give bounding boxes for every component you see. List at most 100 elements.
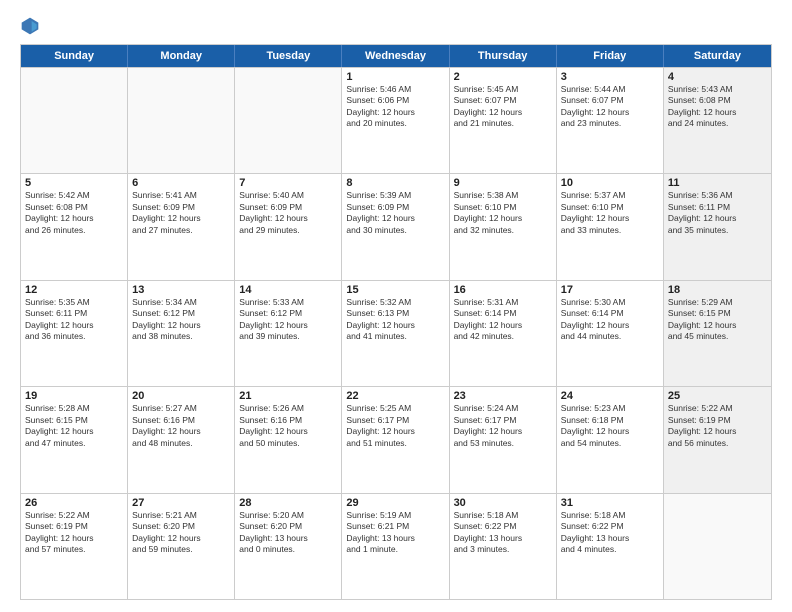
cell-info: Sunrise: 5:27 AM Sunset: 6:16 PM Dayligh… [132, 403, 230, 449]
day-header-monday: Monday [128, 45, 235, 67]
calendar-week-1: 1Sunrise: 5:46 AM Sunset: 6:06 PM Daylig… [21, 67, 771, 173]
calendar-cell: 19Sunrise: 5:28 AM Sunset: 6:15 PM Dayli… [21, 387, 128, 492]
day-number: 27 [132, 497, 230, 509]
day-number: 13 [132, 284, 230, 296]
calendar-cell: 10Sunrise: 5:37 AM Sunset: 6:10 PM Dayli… [557, 174, 664, 279]
page: SundayMondayTuesdayWednesdayThursdayFrid… [0, 0, 792, 612]
calendar-cell: 13Sunrise: 5:34 AM Sunset: 6:12 PM Dayli… [128, 281, 235, 386]
day-header-wednesday: Wednesday [342, 45, 449, 67]
cell-info: Sunrise: 5:18 AM Sunset: 6:22 PM Dayligh… [454, 510, 552, 556]
day-number: 8 [346, 177, 444, 189]
day-number: 9 [454, 177, 552, 189]
header [20, 16, 772, 36]
calendar-week-5: 26Sunrise: 5:22 AM Sunset: 6:19 PM Dayli… [21, 493, 771, 599]
day-header-saturday: Saturday [664, 45, 771, 67]
calendar-cell: 30Sunrise: 5:18 AM Sunset: 6:22 PM Dayli… [450, 494, 557, 599]
logo-icon [20, 16, 40, 36]
calendar-cell: 31Sunrise: 5:18 AM Sunset: 6:22 PM Dayli… [557, 494, 664, 599]
cell-info: Sunrise: 5:23 AM Sunset: 6:18 PM Dayligh… [561, 403, 659, 449]
calendar-cell: 27Sunrise: 5:21 AM Sunset: 6:20 PM Dayli… [128, 494, 235, 599]
day-number: 19 [25, 390, 123, 402]
calendar-cell: 9Sunrise: 5:38 AM Sunset: 6:10 PM Daylig… [450, 174, 557, 279]
cell-info: Sunrise: 5:46 AM Sunset: 6:06 PM Dayligh… [346, 84, 444, 130]
calendar-cell: 26Sunrise: 5:22 AM Sunset: 6:19 PM Dayli… [21, 494, 128, 599]
calendar-week-3: 12Sunrise: 5:35 AM Sunset: 6:11 PM Dayli… [21, 280, 771, 386]
calendar-cell [128, 68, 235, 173]
cell-info: Sunrise: 5:39 AM Sunset: 6:09 PM Dayligh… [346, 190, 444, 236]
day-number: 17 [561, 284, 659, 296]
cell-info: Sunrise: 5:24 AM Sunset: 6:17 PM Dayligh… [454, 403, 552, 449]
calendar-week-2: 5Sunrise: 5:42 AM Sunset: 6:08 PM Daylig… [21, 173, 771, 279]
day-number: 21 [239, 390, 337, 402]
calendar-cell: 6Sunrise: 5:41 AM Sunset: 6:09 PM Daylig… [128, 174, 235, 279]
calendar-cell: 7Sunrise: 5:40 AM Sunset: 6:09 PM Daylig… [235, 174, 342, 279]
calendar-cell: 11Sunrise: 5:36 AM Sunset: 6:11 PM Dayli… [664, 174, 771, 279]
cell-info: Sunrise: 5:26 AM Sunset: 6:16 PM Dayligh… [239, 403, 337, 449]
day-number: 5 [25, 177, 123, 189]
cell-info: Sunrise: 5:32 AM Sunset: 6:13 PM Dayligh… [346, 297, 444, 343]
day-number: 7 [239, 177, 337, 189]
cell-info: Sunrise: 5:38 AM Sunset: 6:10 PM Dayligh… [454, 190, 552, 236]
day-number: 11 [668, 177, 767, 189]
calendar-body: 1Sunrise: 5:46 AM Sunset: 6:06 PM Daylig… [21, 67, 771, 599]
calendar-cell: 4Sunrise: 5:43 AM Sunset: 6:08 PM Daylig… [664, 68, 771, 173]
day-number: 26 [25, 497, 123, 509]
day-number: 29 [346, 497, 444, 509]
day-number: 30 [454, 497, 552, 509]
cell-info: Sunrise: 5:36 AM Sunset: 6:11 PM Dayligh… [668, 190, 767, 236]
calendar-cell: 14Sunrise: 5:33 AM Sunset: 6:12 PM Dayli… [235, 281, 342, 386]
day-number: 6 [132, 177, 230, 189]
cell-info: Sunrise: 5:43 AM Sunset: 6:08 PM Dayligh… [668, 84, 767, 130]
cell-info: Sunrise: 5:40 AM Sunset: 6:09 PM Dayligh… [239, 190, 337, 236]
calendar: SundayMondayTuesdayWednesdayThursdayFrid… [20, 44, 772, 600]
calendar-cell: 17Sunrise: 5:30 AM Sunset: 6:14 PM Dayli… [557, 281, 664, 386]
day-header-thursday: Thursday [450, 45, 557, 67]
calendar-cell: 24Sunrise: 5:23 AM Sunset: 6:18 PM Dayli… [557, 387, 664, 492]
day-header-tuesday: Tuesday [235, 45, 342, 67]
day-number: 14 [239, 284, 337, 296]
cell-info: Sunrise: 5:34 AM Sunset: 6:12 PM Dayligh… [132, 297, 230, 343]
cell-info: Sunrise: 5:19 AM Sunset: 6:21 PM Dayligh… [346, 510, 444, 556]
day-header-friday: Friday [557, 45, 664, 67]
cell-info: Sunrise: 5:21 AM Sunset: 6:20 PM Dayligh… [132, 510, 230, 556]
cell-info: Sunrise: 5:42 AM Sunset: 6:08 PM Dayligh… [25, 190, 123, 236]
cell-info: Sunrise: 5:41 AM Sunset: 6:09 PM Dayligh… [132, 190, 230, 236]
day-number: 3 [561, 71, 659, 83]
cell-info: Sunrise: 5:31 AM Sunset: 6:14 PM Dayligh… [454, 297, 552, 343]
calendar-cell: 21Sunrise: 5:26 AM Sunset: 6:16 PM Dayli… [235, 387, 342, 492]
cell-info: Sunrise: 5:44 AM Sunset: 6:07 PM Dayligh… [561, 84, 659, 130]
day-number: 10 [561, 177, 659, 189]
day-header-sunday: Sunday [21, 45, 128, 67]
calendar-cell: 2Sunrise: 5:45 AM Sunset: 6:07 PM Daylig… [450, 68, 557, 173]
day-number: 18 [668, 284, 767, 296]
logo [20, 16, 44, 36]
calendar-cell: 18Sunrise: 5:29 AM Sunset: 6:15 PM Dayli… [664, 281, 771, 386]
calendar-cell: 25Sunrise: 5:22 AM Sunset: 6:19 PM Dayli… [664, 387, 771, 492]
calendar-cell: 16Sunrise: 5:31 AM Sunset: 6:14 PM Dayli… [450, 281, 557, 386]
calendar-cell: 23Sunrise: 5:24 AM Sunset: 6:17 PM Dayli… [450, 387, 557, 492]
day-number: 20 [132, 390, 230, 402]
cell-info: Sunrise: 5:18 AM Sunset: 6:22 PM Dayligh… [561, 510, 659, 556]
day-number: 22 [346, 390, 444, 402]
day-number: 12 [25, 284, 123, 296]
calendar-header-row: SundayMondayTuesdayWednesdayThursdayFrid… [21, 45, 771, 67]
day-number: 2 [454, 71, 552, 83]
cell-info: Sunrise: 5:33 AM Sunset: 6:12 PM Dayligh… [239, 297, 337, 343]
day-number: 4 [668, 71, 767, 83]
cell-info: Sunrise: 5:20 AM Sunset: 6:20 PM Dayligh… [239, 510, 337, 556]
calendar-cell [21, 68, 128, 173]
day-number: 23 [454, 390, 552, 402]
day-number: 15 [346, 284, 444, 296]
cell-info: Sunrise: 5:25 AM Sunset: 6:17 PM Dayligh… [346, 403, 444, 449]
cell-info: Sunrise: 5:22 AM Sunset: 6:19 PM Dayligh… [668, 403, 767, 449]
cell-info: Sunrise: 5:45 AM Sunset: 6:07 PM Dayligh… [454, 84, 552, 130]
day-number: 28 [239, 497, 337, 509]
cell-info: Sunrise: 5:28 AM Sunset: 6:15 PM Dayligh… [25, 403, 123, 449]
cell-info: Sunrise: 5:29 AM Sunset: 6:15 PM Dayligh… [668, 297, 767, 343]
cell-info: Sunrise: 5:22 AM Sunset: 6:19 PM Dayligh… [25, 510, 123, 556]
calendar-cell: 8Sunrise: 5:39 AM Sunset: 6:09 PM Daylig… [342, 174, 449, 279]
day-number: 16 [454, 284, 552, 296]
calendar-cell: 1Sunrise: 5:46 AM Sunset: 6:06 PM Daylig… [342, 68, 449, 173]
calendar-cell: 20Sunrise: 5:27 AM Sunset: 6:16 PM Dayli… [128, 387, 235, 492]
calendar-cell: 29Sunrise: 5:19 AM Sunset: 6:21 PM Dayli… [342, 494, 449, 599]
